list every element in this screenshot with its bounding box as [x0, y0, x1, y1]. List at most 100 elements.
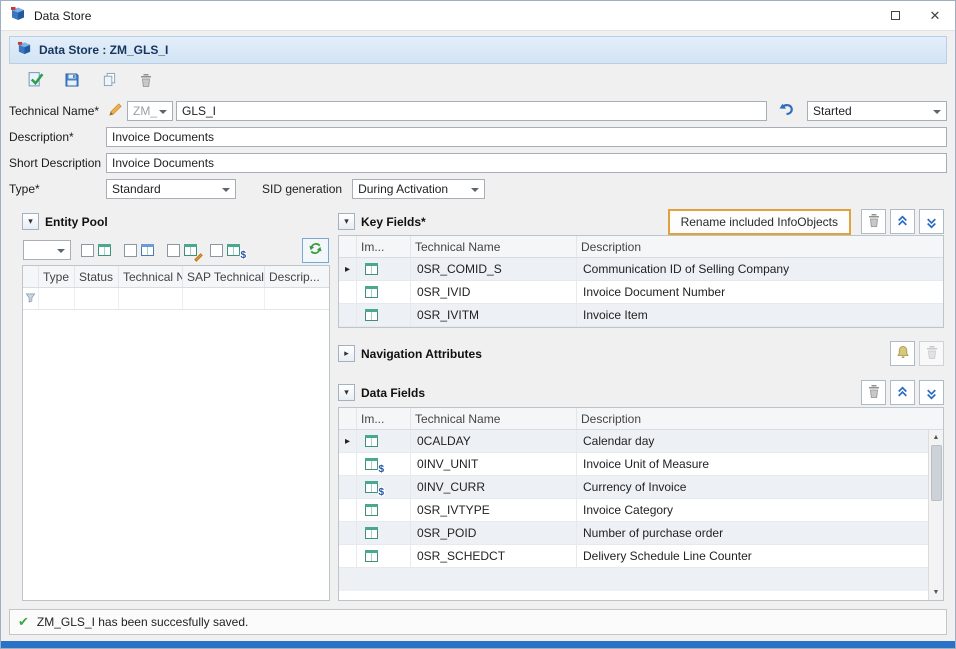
entity-filter-checkbox[interactable] — [81, 244, 94, 257]
maximize-icon — [891, 11, 900, 20]
column-header[interactable]: Technical Name — [411, 236, 577, 257]
data-store-window: Data Store ✕ Data Store : ZM_GLS_I — [0, 0, 956, 649]
data-fields-move-down-button[interactable] — [919, 380, 944, 405]
success-check-icon: ✔ — [18, 614, 29, 630]
filter-funnel-cell[interactable] — [23, 288, 39, 309]
infoobject-type-cell: $ — [357, 281, 411, 303]
key-fields-move-up-button[interactable] — [890, 209, 915, 234]
entity-pool-grid-body[interactable] — [23, 310, 329, 600]
navigation-attributes-delete-button[interactable] — [919, 341, 944, 366]
navigation-attributes-bell-button[interactable] — [890, 341, 915, 366]
column-header[interactable]: Descrip... — [265, 266, 329, 287]
datastore-cube-icon — [17, 41, 32, 59]
key-fields-collapse-button[interactable] — [338, 213, 355, 230]
data-fields-header: Data Fields — [338, 379, 944, 406]
short-description-row: Short Description — [9, 152, 947, 173]
column-header[interactable]: Type — [39, 266, 75, 287]
description-cell[interactable]: Invoice Category — [577, 499, 943, 521]
header-expander-cell — [23, 266, 39, 287]
table-row[interactable]: $ 0INV_UNIT Invoice Unit of Measure — [339, 453, 943, 476]
refresh-button[interactable] — [302, 238, 329, 263]
activate-button[interactable] — [23, 69, 47, 93]
technical-name-cell[interactable]: 0SR_POID — [411, 522, 577, 544]
entity-pool-collapse-button[interactable] — [22, 213, 39, 230]
filter-cell[interactable] — [183, 288, 265, 309]
technical-name-cell[interactable]: 0CALDAY — [411, 430, 577, 452]
entity-filter-checkbox[interactable] — [210, 244, 223, 257]
infoobject-icon: $ — [365, 285, 380, 299]
entity-filter-checkbox[interactable] — [124, 244, 137, 257]
description-cell[interactable]: Invoice Document Number — [577, 281, 943, 303]
table-row[interactable]: $ 0CALDAY Calendar day — [339, 430, 943, 453]
technical-name-prefix-combo[interactable]: ZM_ — [127, 101, 173, 121]
entity-pool-type-combo[interactable] — [23, 240, 71, 260]
description-cell[interactable]: Delivery Schedule Line Counter — [577, 545, 943, 567]
status-message: ZM_GLS_I has been succesfully saved. — [37, 615, 248, 629]
description-cell[interactable]: Invoice Unit of Measure — [577, 453, 943, 475]
table-row[interactable]: $ 0SR_SCHEDCT Delivery Schedule Line Cou… — [339, 545, 943, 568]
data-fields-collapse-button[interactable] — [338, 384, 355, 401]
description-cell[interactable]: Currency of Invoice — [577, 476, 943, 498]
scroll-down-button[interactable]: ▼ — [929, 585, 944, 600]
data-fields-move-up-button[interactable] — [890, 380, 915, 405]
type-combo[interactable]: Standard — [106, 179, 236, 199]
close-button[interactable]: ✕ — [915, 1, 955, 30]
undo-button[interactable] — [775, 99, 799, 123]
technical-name-cell[interactable]: 0SR_IVTYPE — [411, 499, 577, 521]
maximize-button[interactable] — [875, 1, 915, 30]
column-header[interactable]: Im... — [357, 408, 411, 429]
table-row[interactable]: $ 0SR_POID Number of purchase order — [339, 522, 943, 545]
column-header[interactable]: Description — [577, 236, 943, 257]
column-header[interactable]: Im... — [357, 236, 411, 257]
table-row[interactable]: $ 0SR_COMID_S Communication ID of Sellin… — [339, 258, 943, 281]
description-cell[interactable]: Number of purchase order — [577, 522, 943, 544]
technical-name-cell[interactable]: 0SR_IVITM — [411, 304, 577, 326]
save-button[interactable] — [60, 69, 84, 93]
chevron-double-down-icon — [925, 214, 938, 230]
row-focus-cell — [339, 430, 357, 452]
column-header[interactable]: SAP Technical ... — [183, 266, 265, 287]
status-combo[interactable]: Started — [807, 101, 947, 121]
entity-filter-checkbox[interactable] — [167, 244, 180, 257]
technical-name-input[interactable] — [176, 101, 767, 121]
technical-name-cell[interactable]: 0INV_UNIT — [411, 453, 577, 475]
delete-button[interactable] — [134, 69, 158, 93]
table-row[interactable]: $ 0INV_CURR Currency of Invoice — [339, 476, 943, 499]
rename-infoobjects-button[interactable]: Rename included InfoObjects — [668, 209, 851, 235]
description-input[interactable] — [106, 127, 947, 147]
column-header[interactable]: Status — [75, 266, 119, 287]
column-header[interactable]: Description — [577, 408, 943, 429]
titlebar: Data Store ✕ — [1, 1, 955, 31]
technical-name-cell[interactable]: 0SR_IVID — [411, 281, 577, 303]
description-cell[interactable]: Invoice Item — [577, 304, 943, 326]
infoobject-type-cell: $ — [357, 545, 411, 567]
navigation-attributes-collapse-button[interactable] — [338, 345, 355, 362]
technical-name-cell[interactable]: 0SR_SCHEDCT — [411, 545, 577, 567]
key-fields-delete-button[interactable] — [861, 209, 886, 234]
edit-pencil-button[interactable] — [106, 102, 124, 120]
column-header[interactable]: Technical Name — [411, 408, 577, 429]
description-cell[interactable]: Communication ID of Selling Company — [577, 258, 943, 280]
technical-name-cell[interactable]: 0SR_COMID_S — [411, 258, 577, 280]
column-header[interactable]: Technical N... — [119, 266, 183, 287]
infoobject-icon: $ — [365, 503, 380, 517]
filter-cell[interactable] — [75, 288, 119, 309]
infoobject-type-cell: $ — [357, 499, 411, 521]
scrollbar-thumb[interactable] — [931, 445, 942, 501]
copy-button[interactable] — [97, 69, 121, 93]
table-row[interactable]: $ 0SR_IVTYPE Invoice Category — [339, 499, 943, 522]
infoobject-icon: $ — [365, 262, 380, 276]
key-fields-move-down-button[interactable] — [919, 209, 944, 234]
short-description-input[interactable] — [106, 153, 947, 173]
scroll-up-button[interactable]: ▲ — [929, 430, 944, 445]
technical-name-cell[interactable]: 0INV_CURR — [411, 476, 577, 498]
filter-cell[interactable] — [265, 288, 329, 309]
filter-cell[interactable] — [119, 288, 183, 309]
filter-cell[interactable] — [39, 288, 75, 309]
sid-generation-combo[interactable]: During Activation — [352, 179, 485, 199]
description-cell[interactable]: Calendar day — [577, 430, 943, 452]
data-fields-delete-button[interactable] — [861, 380, 886, 405]
table-row[interactable]: $ 0SR_IVID Invoice Document Number — [339, 281, 943, 304]
vertical-scrollbar[interactable]: ▲ ▼ — [928, 430, 943, 600]
table-row[interactable]: $ 0SR_IVITM Invoice Item — [339, 304, 943, 327]
